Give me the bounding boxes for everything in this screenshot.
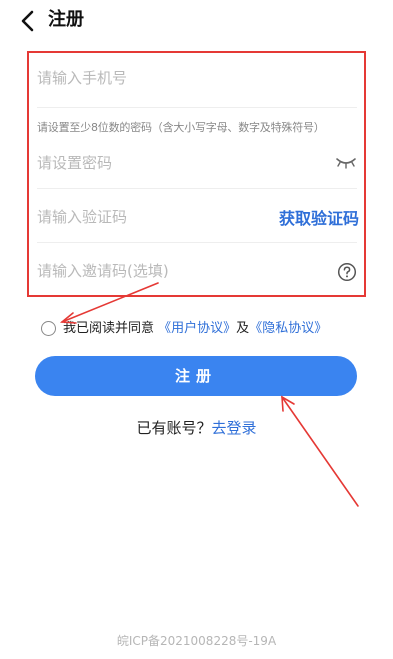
agreement-and: 及 <box>236 321 250 336</box>
login-link[interactable]: 去登录 <box>212 419 257 437</box>
verification-code-field: 获取验证码 <box>37 207 359 231</box>
phone-input[interactable] <box>37 69 267 87</box>
eye-closed-icon[interactable] <box>335 155 357 171</box>
divider <box>37 107 357 108</box>
login-row: 已有账号？去登录 <box>0 417 393 438</box>
password-input[interactable] <box>37 154 267 172</box>
privacy-agreement-link[interactable]: 《隐私协议》 <box>249 321 327 336</box>
page-title: 注册 <box>48 9 84 30</box>
password-hint: 请设置至少8位数的密码（含大小写字母、数字及特殊符号） <box>37 121 325 134</box>
back-button[interactable] <box>16 6 44 36</box>
register-form: 请设置至少8位数的密码（含大小写字母、数字及特殊符号） 获取验证码 <box>27 51 366 297</box>
agreement-text: 我已阅读并同意 《用户协议》及《隐私协议》 <box>63 319 327 339</box>
get-code-button[interactable]: 获取验证码 <box>279 207 359 231</box>
register-button[interactable]: 注册 <box>35 356 357 396</box>
invite-code-field <box>37 261 357 285</box>
agreement-label: 我已阅读并同意 <box>63 321 155 336</box>
verification-code-input[interactable] <box>37 208 267 226</box>
header: 注册 <box>0 0 393 42</box>
icp-footer: 皖ICP备2021008228号-19A <box>116 634 277 648</box>
register-page: 注册 请设置至少8位数的密码（含大小写字母、数字及特殊符号） 获取验证码 <box>0 0 393 659</box>
question-circle-icon[interactable] <box>337 262 357 282</box>
divider <box>37 242 357 243</box>
agreement-checkbox[interactable] <box>41 321 56 336</box>
divider <box>37 188 357 189</box>
chevron-left-icon <box>21 10 34 32</box>
annotation-arrow-register <box>281 396 359 507</box>
password-field <box>37 153 357 177</box>
user-agreement-link[interactable]: 《用户协议》 <box>158 321 236 336</box>
phone-field <box>37 68 357 92</box>
invite-code-input[interactable] <box>37 262 267 280</box>
login-prompt: 已有账号？ <box>136 419 212 437</box>
